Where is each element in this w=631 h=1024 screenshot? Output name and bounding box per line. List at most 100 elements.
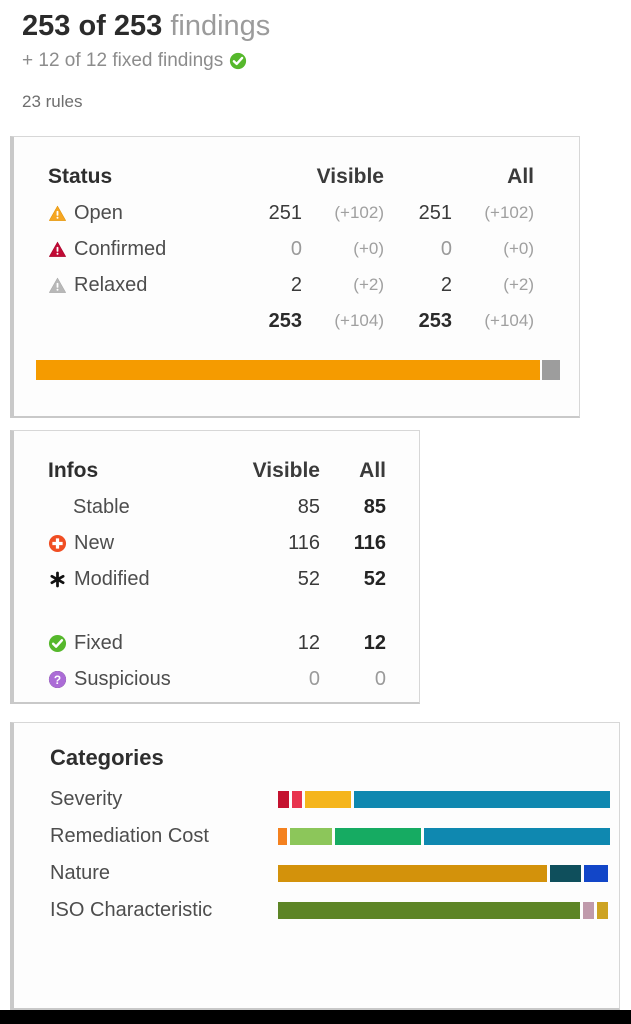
categories-panel: Categories Severity Remediation Cost Nat…: [10, 722, 620, 1010]
warning-triangle-red-icon: [48, 240, 67, 259]
category-segment-0[interactable]: [278, 791, 289, 808]
category-bar: [278, 828, 610, 845]
category-name: ISO Characteristic: [50, 899, 213, 921]
modified-asterisk-icon: [48, 570, 67, 589]
fixed-check-circle-icon: [48, 634, 67, 653]
infos-title: Infos: [48, 459, 99, 482]
rules-count: 23 rules: [22, 92, 83, 111]
category-bar: [278, 902, 610, 919]
category-segment-3[interactable]: [423, 828, 610, 845]
infos-row-suspicious[interactable]: ? Suspicious: [48, 661, 248, 697]
status-all-delta: (+2): [503, 275, 534, 294]
categories-title: Categories: [50, 745, 164, 770]
status-visible-delta: (+102): [334, 203, 384, 222]
infos-visible-value: 116: [288, 532, 320, 554]
category-segment-0[interactable]: [278, 865, 547, 882]
bottom-black-bar: [0, 1010, 631, 1024]
infos-row-modified[interactable]: Modified: [48, 561, 248, 597]
category-segment-1[interactable]: [289, 828, 333, 845]
status-all-delta: (+102): [484, 203, 534, 222]
status-all-value: 0: [440, 238, 452, 260]
infos-all-value: 12: [363, 632, 386, 654]
status-panel: Status Visible All Open 251 (+102) 251 (+102) …: [10, 136, 580, 418]
status-progress-bar: [36, 360, 560, 380]
infos-row-new[interactable]: New: [48, 525, 248, 561]
status-table: Status Visible All Open 251 (+102) 251 (+102) …: [48, 159, 558, 339]
fixed-findings-text: + 12 of 12 fixed findings: [22, 50, 224, 71]
infos-row-label: Suspicious: [74, 668, 171, 690]
progress-segment-open: [36, 360, 540, 380]
category-segment-2[interactable]: [305, 791, 352, 808]
category-bar: [278, 865, 610, 882]
status-visible-delta: (+2): [353, 275, 384, 294]
infos-all-value: 52: [363, 568, 386, 590]
suspicious-question-icon: ?: [48, 670, 67, 689]
new-plus-circle-icon: [48, 534, 67, 553]
infos-row-stable[interactable]: Stable: [48, 489, 248, 525]
findings-label: findings: [162, 10, 271, 42]
status-all-value: 2: [440, 274, 452, 296]
infos-all-value: 0: [374, 668, 386, 690]
findings-count: 253 of 253: [22, 10, 163, 42]
no-icon: [48, 498, 66, 516]
infos-row-label: Fixed: [74, 632, 123, 654]
svg-text:?: ?: [54, 672, 61, 686]
status-row-label: Confirmed: [74, 238, 167, 260]
status-row-confirmed[interactable]: Confirmed: [48, 231, 234, 267]
progress-segment-relaxed: [541, 360, 560, 380]
status-visible-value: 2: [290, 274, 302, 296]
report-overview-pane: 253 of 253 findings + 12 of 12 fixed fin…: [0, 0, 631, 1024]
category-segment-2[interactable]: [596, 902, 608, 919]
infos-group-spacer: [48, 597, 386, 625]
infos-table: Infos Visible All Stable 85 85 New 116 116 Modi…: [48, 453, 393, 697]
infos-row-label: Modified: [74, 568, 150, 590]
page-title: 253 of 253 findings: [22, 8, 622, 44]
infos-row-fixed[interactable]: Fixed: [48, 625, 248, 661]
infos-row-label: Stable: [73, 496, 130, 518]
category-row: Nature: [50, 855, 610, 892]
category-segment-2[interactable]: [584, 865, 608, 882]
status-total-all: 253: [418, 310, 452, 332]
status-col-all: All: [507, 165, 534, 188]
infos-visible-value: 0: [308, 668, 320, 690]
category-segment-1[interactable]: [583, 902, 594, 919]
findings-header: 253 of 253 findings + 12 of 12 fixed fin…: [22, 8, 622, 113]
category-segment-3[interactable]: [354, 791, 610, 808]
status-total-all-delta: (+104): [484, 311, 534, 330]
category-name: Nature: [50, 862, 111, 884]
categories-list: Severity Remediation Cost Nature ISO Cha…: [50, 781, 610, 929]
fixed-findings-line: + 12 of 12 fixed findings: [22, 49, 622, 73]
infos-visible-value: 85: [297, 496, 320, 518]
status-visible-value: 0: [290, 238, 302, 260]
category-segment-0[interactable]: [278, 828, 287, 845]
status-row-open[interactable]: Open: [48, 195, 234, 231]
category-segment-1[interactable]: [549, 865, 582, 882]
infos-visible-value: 52: [297, 568, 320, 590]
category-segment-1[interactable]: [291, 791, 303, 808]
category-row: ISO Characteristic: [50, 892, 610, 929]
status-visible-value: 251: [268, 202, 302, 224]
status-col-visible: Visible: [316, 165, 384, 188]
status-row-relaxed[interactable]: Relaxed: [48, 267, 234, 303]
category-segment-0[interactable]: [278, 902, 581, 919]
infos-col-visible: Visible: [252, 459, 320, 482]
warning-triangle-orange-icon: [48, 204, 67, 223]
infos-panel: Infos Visible All Stable 85 85 New 116 116 Modi…: [10, 430, 420, 704]
infos-all-value: 116: [353, 532, 386, 554]
infos-all-value: 85: [363, 496, 386, 518]
infos-row-label: New: [74, 532, 115, 554]
status-all-value: 251: [418, 202, 452, 224]
category-segment-2[interactable]: [335, 828, 421, 845]
status-row-label: Open: [74, 202, 123, 224]
check-circle-icon: [229, 52, 247, 70]
status-all-delta: (+0): [503, 239, 534, 258]
warning-triangle-gray-icon: [48, 276, 67, 295]
infos-col-all: All: [359, 459, 386, 482]
category-name: Remediation Cost: [50, 825, 209, 847]
status-title: Status: [48, 165, 113, 188]
infos-visible-value: 12: [297, 632, 320, 654]
status-total-visible: 253: [268, 310, 302, 332]
status-visible-delta: (+0): [353, 239, 384, 258]
category-row: Remediation Cost: [50, 818, 610, 855]
category-row: Severity: [50, 781, 610, 818]
